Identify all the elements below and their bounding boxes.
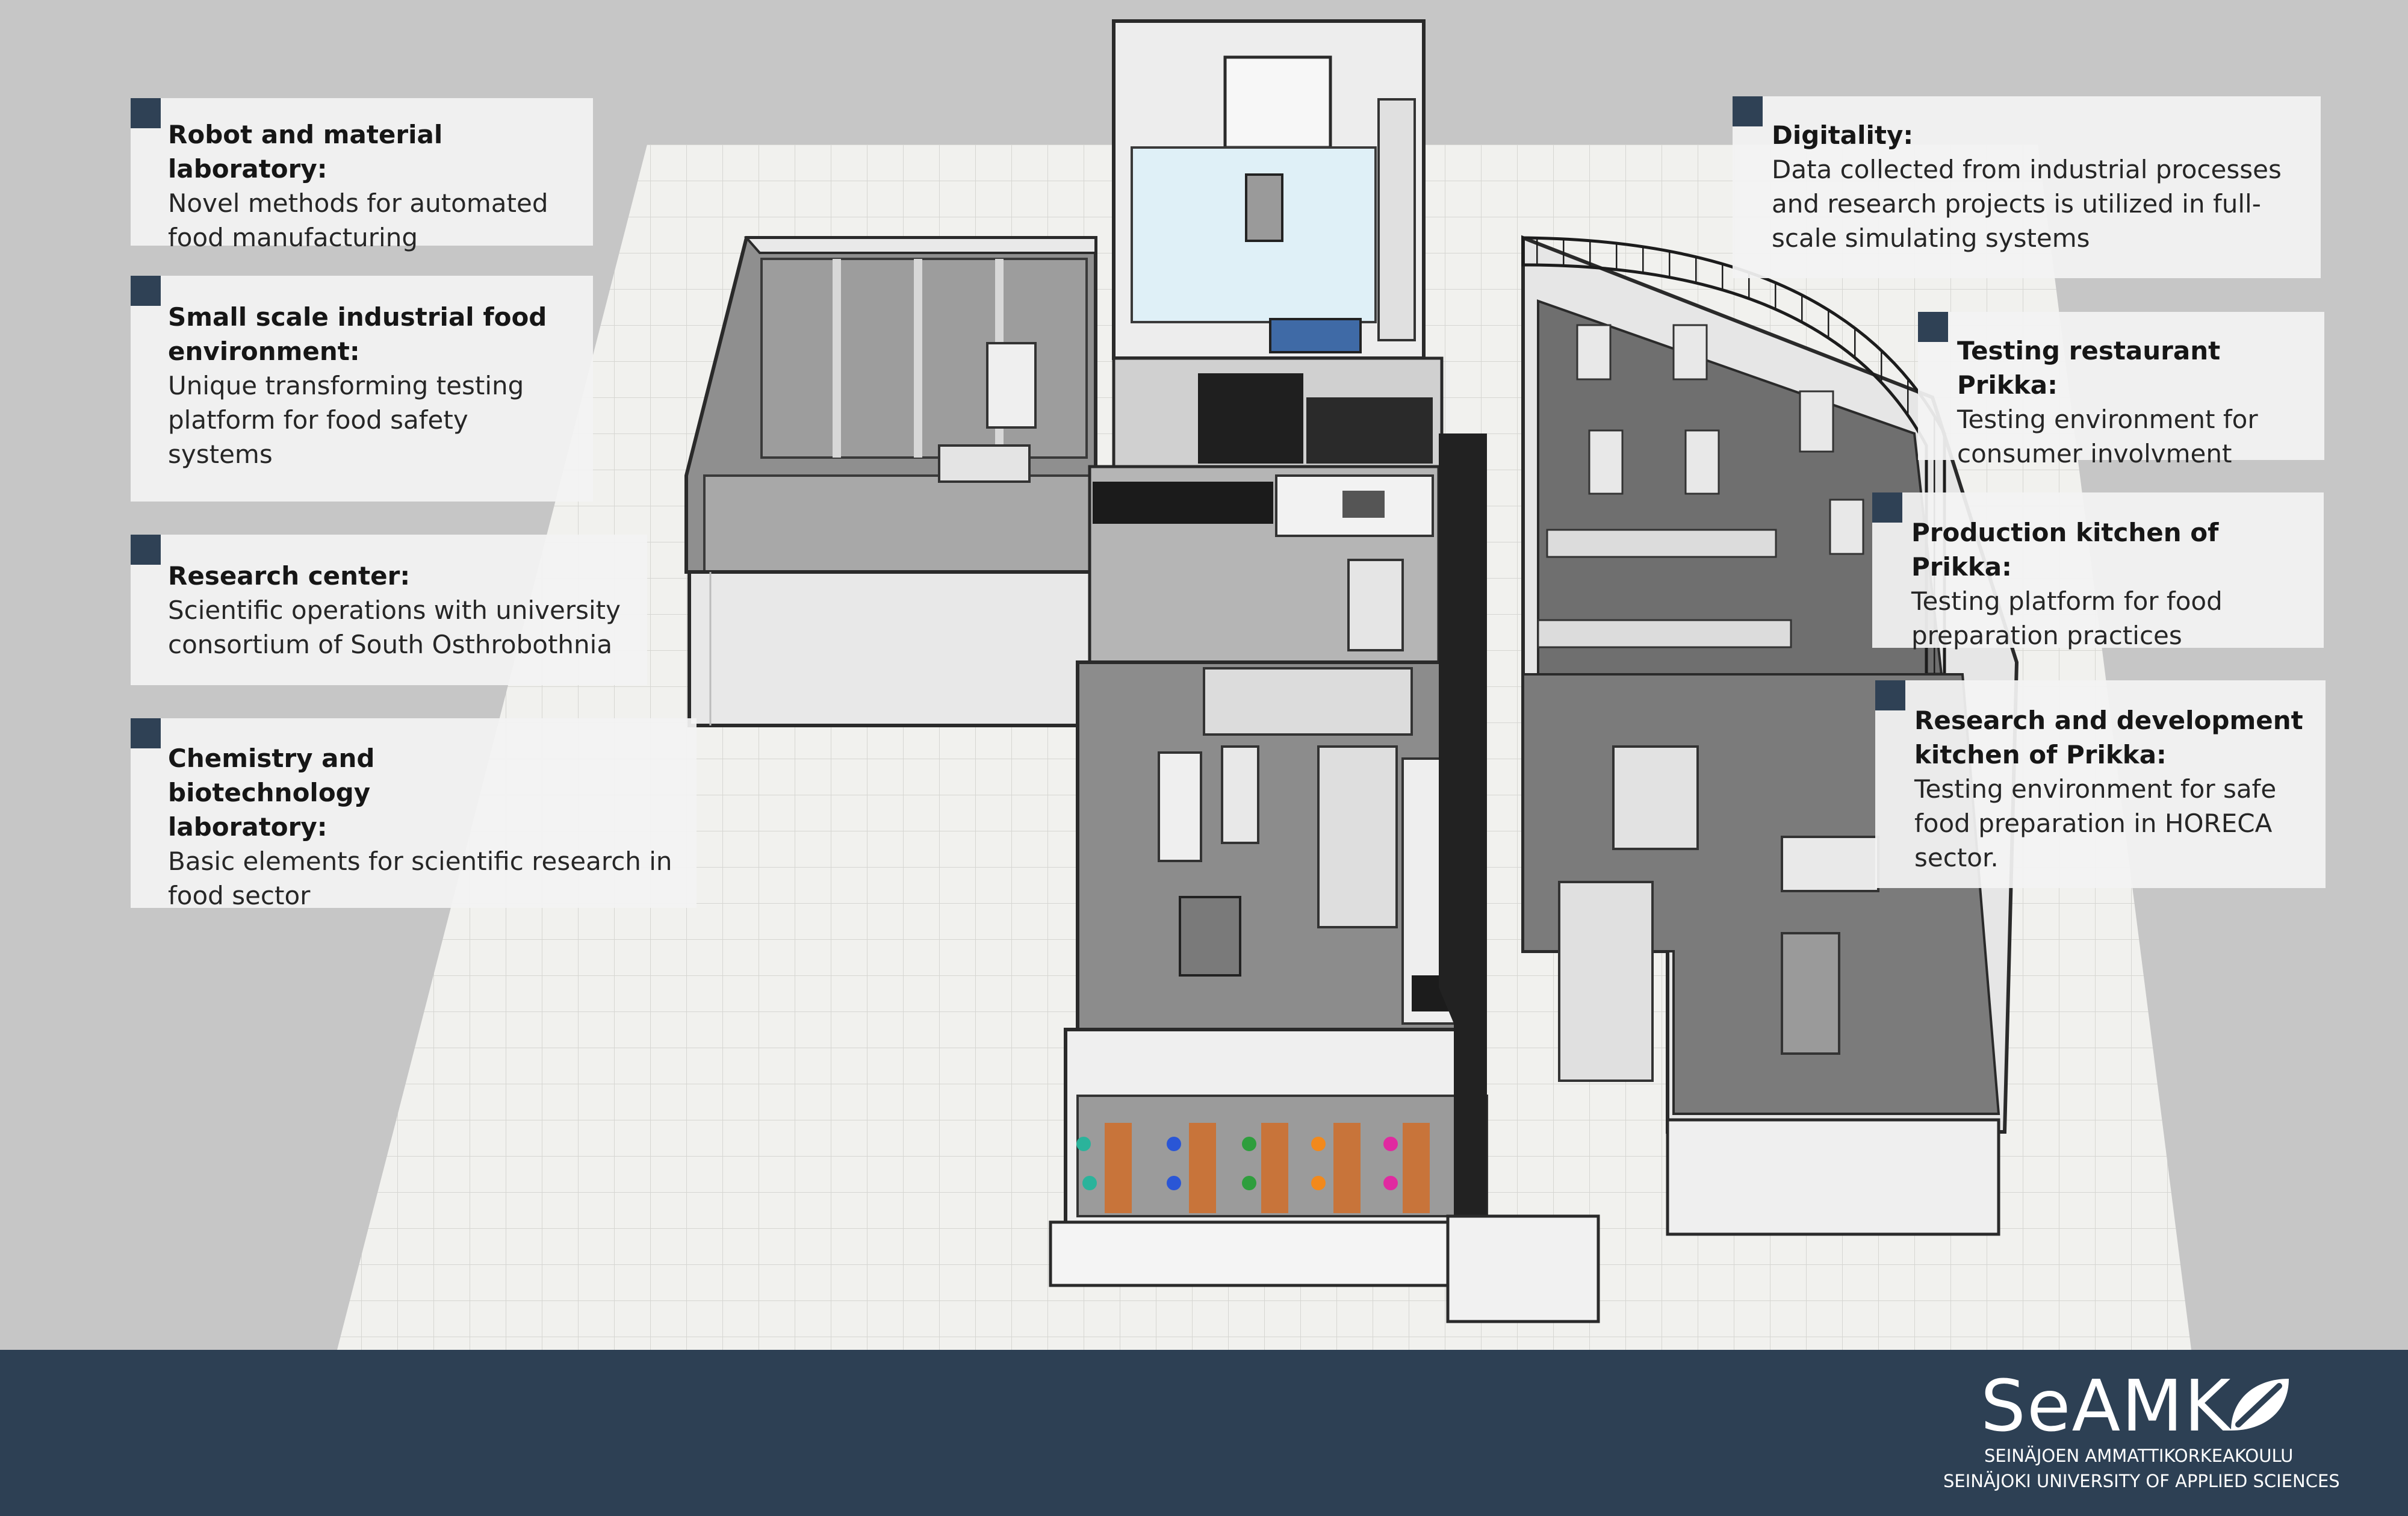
callout-marker-icon [1872,492,1902,523]
callout-marker-icon [1918,312,1948,342]
callout-body: Testing environment for safe food prepar… [1914,774,2277,872]
chemistry-laboratory-room [1076,660,1459,1031]
callout-digitality: Digitality: Data collected from industri… [1733,96,2321,278]
institution-name-finnish: SEINÄJOEN AMMATTIKORKEAKOULU [1984,1446,2294,1466]
callout-body: Testing platform for food preparation pr… [1911,586,2223,650]
callout-marker-icon [1733,96,1763,126]
callout-body: Testing environment for consumer involvm… [1957,405,2258,468]
callout-title: Digitality: [1772,120,1914,150]
callout-title: Research and development kitchen of Prik… [1914,706,2303,769]
callout-title: Research center: [168,561,411,591]
callout-production-kitchen: Production kitchen of Prikka: Testing pl… [1872,492,2324,650]
callout-marker-icon [131,98,161,128]
callout-title: Testing restaurant Prikka: [1957,336,2221,400]
callout-small-scale-environment: Small scale industrial food environment:… [131,276,593,502]
callout-title: Chemistry and biotechnology laboratory: [168,744,375,842]
callout-title: Small scale industrial food environment: [168,302,547,366]
leaf-logo-icon [2231,1379,2289,1431]
institution-name-english: SEINÄJOKI UNIVERSITY OF APPLIED SCIENCES [1943,1471,2340,1491]
callout-marker-icon [131,718,161,748]
callout-body: Novel methods for automated food manufac… [168,188,548,252]
callout-rd-kitchen: Research and development kitchen of Prik… [1875,680,2326,888]
callout-robot-laboratory: Robot and material laboratory: Novel met… [131,98,593,252]
callout-body: Scientific operations with university co… [168,595,621,659]
seamk-logo-text: SeAMK [1981,1364,2232,1447]
small-scale-food-environment-room [684,236,1097,727]
callout-body: Data collected from industrial processes… [1772,155,2282,253]
callout-title: Production kitchen of Prikka: [1911,518,2219,582]
callout-marker-icon [1875,680,1905,710]
robot-laboratory-room [1112,19,1444,468]
callout-chemistry-laboratory: Chemistry and biotechnology laboratory: … [131,718,697,910]
research-center-rooms [1088,465,1441,664]
callout-testing-restaurant: Testing restaurant Prikka: Testing envir… [1918,312,2324,468]
callout-marker-icon [131,535,161,565]
callout-title: Robot and material laboratory: [168,120,443,184]
callout-body: Basic elements for scientific research i… [168,847,672,910]
callout-marker-icon [131,276,161,306]
callout-research-center: Research center: Scientific operations w… [131,535,647,685]
callout-body: Unique transforming testing platform for… [168,371,524,469]
classroom-room [1049,1028,1501,1287]
